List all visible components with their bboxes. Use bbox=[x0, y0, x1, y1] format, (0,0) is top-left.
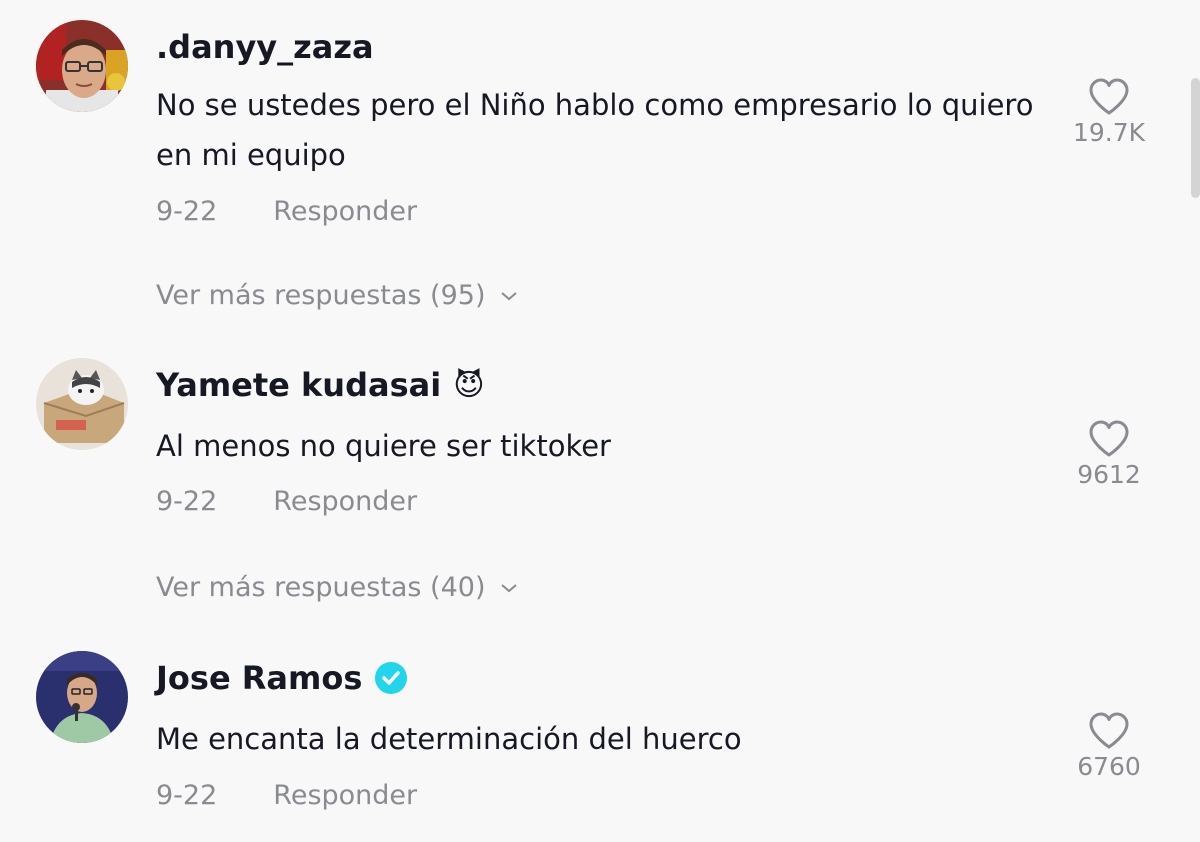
man-with-glasses-avatar-icon bbox=[36, 20, 128, 112]
avatar[interactable] bbox=[36, 20, 128, 112]
username-text[interactable]: Jose Ramos bbox=[156, 659, 362, 697]
comment-username[interactable]: Yamete kudasai 😈 bbox=[156, 366, 484, 404]
cat-in-box-avatar-icon bbox=[36, 358, 128, 450]
comment-meta: 9-22 Responder bbox=[156, 486, 417, 517]
comment-username[interactable]: Jose Ramos bbox=[156, 659, 408, 697]
like-button[interactable]: 19.7K bbox=[1066, 78, 1152, 147]
comment-meta: 9-22 Responder bbox=[156, 780, 417, 811]
comment-date: 9-22 bbox=[156, 780, 218, 811]
scrollbar[interactable] bbox=[1191, 78, 1200, 198]
view-more-replies-label[interactable]: Ver más respuestas (95) bbox=[156, 280, 485, 311]
heart-icon[interactable] bbox=[1088, 420, 1130, 458]
comments-panel: .danyy_zaza No se ustedes pero el Niño h… bbox=[0, 0, 1200, 842]
reply-button[interactable]: Responder bbox=[273, 780, 417, 811]
comment-username[interactable]: .danyy_zaza bbox=[156, 28, 374, 66]
devil-emoji-icon: 😈 bbox=[453, 367, 485, 403]
view-more-replies-label[interactable]: Ver más respuestas (40) bbox=[156, 572, 485, 603]
heart-icon[interactable] bbox=[1088, 712, 1130, 750]
like-count: 9612 bbox=[1077, 460, 1141, 489]
like-button[interactable]: 6760 bbox=[1066, 712, 1152, 781]
comment-meta: 9-22 Responder bbox=[156, 196, 417, 227]
like-button[interactable]: 9612 bbox=[1066, 420, 1152, 489]
comment-text: Al menos no quiere ser tiktoker bbox=[156, 429, 611, 463]
like-count: 6760 bbox=[1077, 752, 1141, 781]
man-with-microphone-avatar-icon bbox=[36, 651, 128, 743]
comment-text: No se ustedes pero el Niño hablo como em… bbox=[156, 88, 1034, 172]
heart-icon[interactable] bbox=[1088, 78, 1130, 116]
reply-button[interactable]: Responder bbox=[273, 486, 417, 517]
avatar[interactable] bbox=[36, 651, 128, 743]
verified-badge-icon bbox=[375, 662, 408, 694]
like-count: 19.7K bbox=[1072, 118, 1146, 147]
view-more-replies[interactable]: Ver más respuestas (40) bbox=[156, 572, 519, 603]
view-more-replies[interactable]: Ver más respuestas (95) bbox=[156, 280, 519, 311]
username-text[interactable]: .danyy_zaza bbox=[156, 28, 374, 66]
chevron-down-icon[interactable] bbox=[499, 582, 519, 594]
reply-button[interactable]: Responder bbox=[273, 196, 417, 227]
chevron-down-icon[interactable] bbox=[499, 290, 519, 302]
avatar[interactable] bbox=[36, 358, 128, 450]
comment-date: 9-22 bbox=[156, 196, 218, 227]
comment-text: Me encanta la determinación del huerco bbox=[156, 722, 742, 756]
comment-date: 9-22 bbox=[156, 486, 218, 517]
username-text[interactable]: Yamete kudasai bbox=[156, 366, 441, 404]
